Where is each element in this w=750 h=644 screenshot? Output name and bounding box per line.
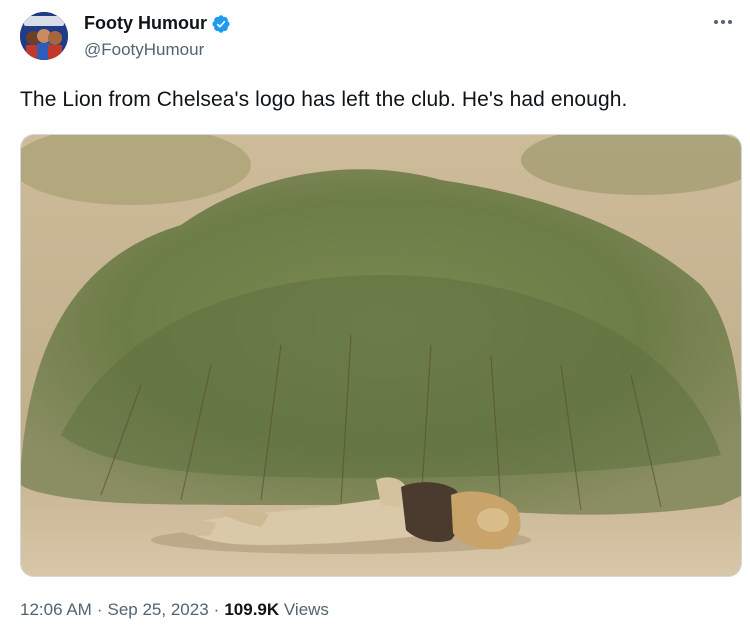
tweet-text: The Lion from Chelsea's logo has left th… bbox=[20, 88, 628, 111]
views[interactable]: 109.9K Views bbox=[224, 600, 329, 620]
author-name-row[interactable]: Footy Humour bbox=[84, 13, 231, 34]
footy-humour-avatar-icon bbox=[20, 12, 68, 60]
more-options-icon bbox=[714, 20, 732, 24]
author-display-name[interactable]: Footy Humour bbox=[84, 13, 207, 34]
photo-lion-under-bush bbox=[21, 135, 741, 576]
tweet-meta: 12:06 AM · Sep 25, 2023 · 109.9K Views bbox=[20, 600, 329, 620]
more-options-button[interactable] bbox=[708, 10, 738, 34]
avatar[interactable] bbox=[20, 12, 68, 60]
meta-separator: · bbox=[213, 600, 220, 619]
verified-badge-icon bbox=[211, 14, 231, 34]
views-label: Views bbox=[283, 600, 329, 619]
meta-separator: · bbox=[96, 600, 103, 619]
author-handle[interactable]: @FootyHumour bbox=[84, 40, 204, 60]
views-count: 109.9K bbox=[224, 600, 280, 619]
tweet-date[interactable]: Sep 25, 2023 bbox=[108, 600, 209, 620]
tweet-time[interactable]: 12:06 AM bbox=[20, 600, 92, 620]
tweet-photo[interactable] bbox=[20, 134, 742, 577]
